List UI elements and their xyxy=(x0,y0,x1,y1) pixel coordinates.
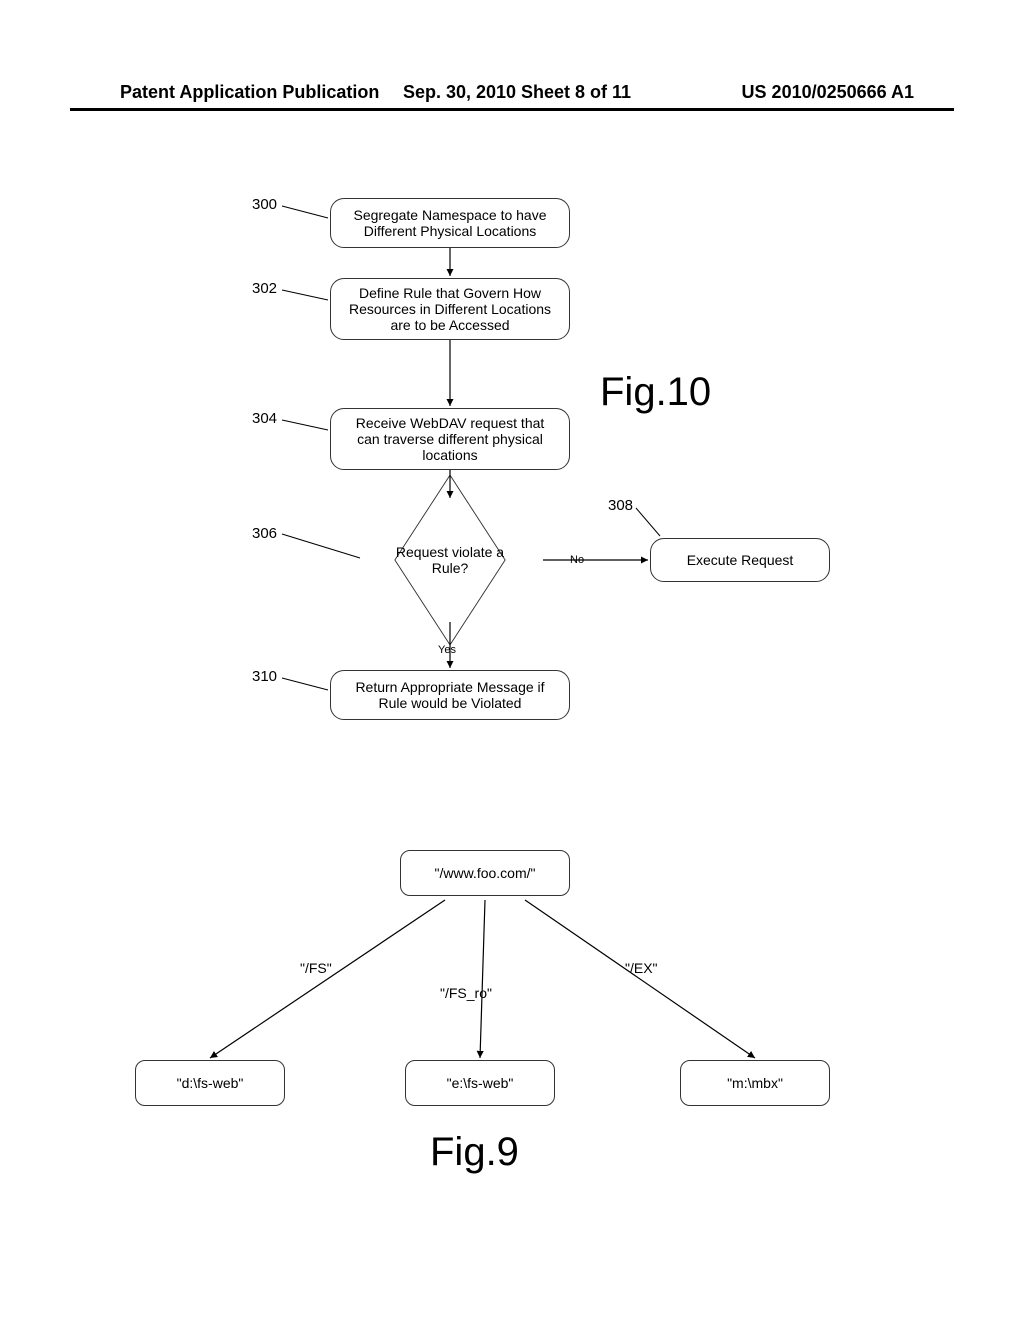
header-right: US 2010/0250666 A1 xyxy=(649,82,914,103)
tree-root: "/www.foo.com/" xyxy=(400,850,570,896)
step-308-text: Execute Request xyxy=(687,552,794,568)
leaf-right-text: "m:\mbx" xyxy=(727,1075,783,1091)
step-310-box: Return Appropriate Message if Rule would… xyxy=(330,670,570,720)
step-300-text: Segregate Namespace to have Different Ph… xyxy=(343,207,557,239)
header-left: Patent Application Publication xyxy=(120,82,385,103)
branch-yes-label: Yes xyxy=(438,644,456,656)
step-300-box: Segregate Namespace to have Different Ph… xyxy=(330,198,570,248)
ref-304: 304 xyxy=(252,410,277,427)
leaf-mid-text: "e:\fs-web" xyxy=(447,1075,514,1091)
step-308-box: Execute Request xyxy=(650,538,830,582)
leaf-left: "d:\fs-web" xyxy=(135,1060,285,1106)
edge-right-label: "/EX" xyxy=(625,960,658,976)
leaf-left-text: "d:\fs-web" xyxy=(177,1075,244,1091)
branch-no-label: No xyxy=(570,554,584,566)
figure-9-label: Fig.9 xyxy=(430,1130,519,1175)
decision-306-text: Request violate a Rule? xyxy=(370,510,530,610)
ref-306: 306 xyxy=(252,525,277,542)
step-310-text: Return Appropriate Message if Rule would… xyxy=(343,679,557,711)
edge-mid-label: "/FS_ro" xyxy=(440,985,492,1001)
tree-root-text: "/www.foo.com/" xyxy=(435,865,536,881)
figure-10-label: Fig.10 xyxy=(600,370,711,415)
leaf-mid: "e:\fs-web" xyxy=(405,1060,555,1106)
header-center: Sep. 30, 2010 Sheet 8 of 11 xyxy=(385,82,650,103)
step-304-text: Receive WebDAV request that can traverse… xyxy=(343,415,557,463)
step-302-box: Define Rule that Govern How Resources in… xyxy=(330,278,570,340)
ref-300: 300 xyxy=(252,196,277,213)
edge-left-label: "/FS" xyxy=(300,960,332,976)
page-header: Patent Application Publication Sep. 30, … xyxy=(0,82,1024,103)
step-302-text: Define Rule that Govern How Resources in… xyxy=(343,285,557,333)
leaf-right: "m:\mbx" xyxy=(680,1060,830,1106)
step-304-box: Receive WebDAV request that can traverse… xyxy=(330,408,570,470)
ref-310: 310 xyxy=(252,668,277,685)
decision-306: Request violate a Rule? xyxy=(370,510,530,610)
ref-308: 308 xyxy=(608,497,633,514)
header-rule xyxy=(70,108,954,111)
ref-302: 302 xyxy=(252,280,277,297)
